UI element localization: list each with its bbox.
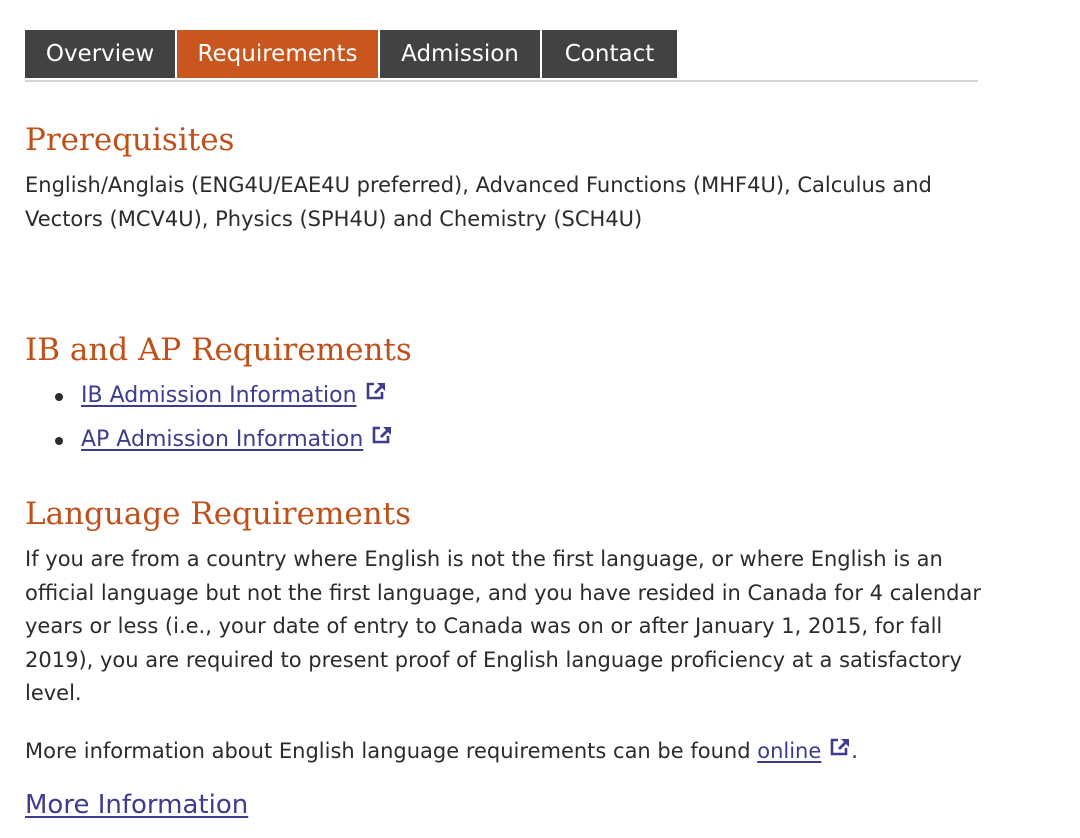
language-more-prefix: More information about English language … xyxy=(25,739,758,763)
ib-ap-heading: IB and AP Requirements xyxy=(25,332,412,368)
external-link-icon[interactable] xyxy=(829,734,851,768)
tab-admission[interactable]: Admission xyxy=(380,30,540,78)
external-link-icon[interactable] xyxy=(371,420,393,458)
ib-ap-link-list: IB Admission Information AP Admission In… xyxy=(25,377,393,465)
tab-contact[interactable]: Contact xyxy=(542,30,677,78)
bullet-icon xyxy=(55,393,63,401)
prerequisites-heading: Prerequisites xyxy=(25,122,235,158)
external-link-icon[interactable] xyxy=(365,376,387,414)
ib-admission-link[interactable]: IB Admission Information xyxy=(81,383,357,408)
list-item: AP Admission Information xyxy=(25,421,393,465)
tab-overview[interactable]: Overview xyxy=(25,30,175,78)
list-item: IB Admission Information xyxy=(25,377,393,421)
more-information-link[interactable]: More Information xyxy=(25,790,248,820)
bullet-icon xyxy=(55,437,63,445)
tab-requirements[interactable]: Requirements xyxy=(177,30,378,78)
language-more-suffix: . xyxy=(851,739,858,763)
ap-admission-link[interactable]: AP Admission Information xyxy=(81,427,363,452)
language-heading: Language Requirements xyxy=(25,496,412,532)
language-more-text: More information about English language … xyxy=(25,735,985,769)
language-text: If you are from a country where English … xyxy=(25,547,982,705)
online-link[interactable]: online xyxy=(757,739,821,763)
tab-bar: Overview Requirements Admission Contact xyxy=(25,30,978,82)
prerequisites-text: English/Anglais (ENG4U/EAE4U preferred),… xyxy=(25,173,932,231)
